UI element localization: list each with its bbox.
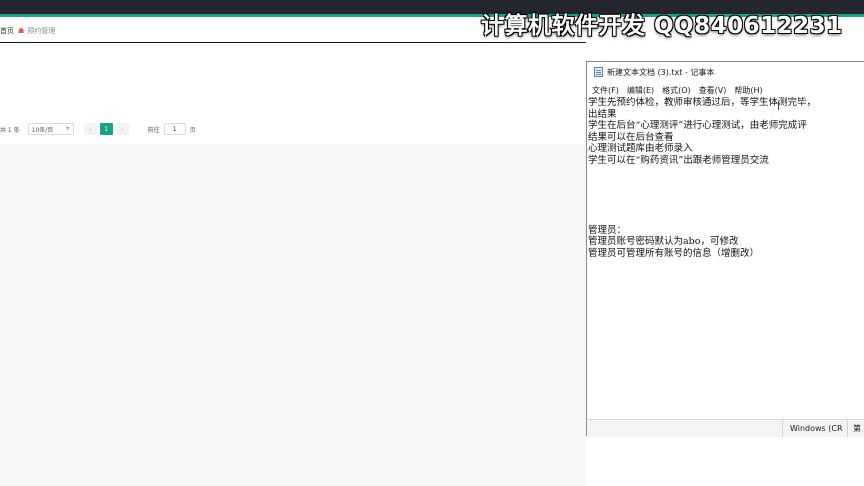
prev-page-button[interactable]: ‹ [83,123,97,135]
next-page-button[interactable]: › [115,123,129,135]
goto-suffix: 页 [189,126,196,134]
chevron-down-icon: ▼ [65,126,70,132]
text-line [588,201,864,213]
text-line [588,190,864,202]
menu-format[interactable]: 格式(O) [662,85,691,96]
watermark-text: 计算机软件开发 QQ840612231 [481,13,843,39]
mouse-cursor [778,101,779,110]
text-line: 管理员： [588,224,627,236]
text-line: 学生在后台“心理测评”进行心理测试，由老师完成评 [588,120,807,132]
page-size-select[interactable]: 10条/页 ▼ [27,123,74,135]
text-line: 学生可以在“购药资讯”出跟老师管理员交流 [588,154,769,166]
text-line: 学生先预约体检，教师审核通过后，等学生体测完毕， [588,97,817,108]
breadcrumb-home[interactable]: 首页 [0,26,14,36]
text-line: 出结果 [588,108,617,120]
text-line: 管理员账号密码默认为abo，可修改 [588,236,739,248]
status-encoding: Windows (CR [782,420,843,437]
menu-edit[interactable]: 编辑(E) [627,85,654,96]
goto-page-input[interactable]: 1 [163,123,186,135]
breadcrumb-current: 预约管理 [27,27,56,35]
breadcrumb: 首页 ☗ 预约管理 [0,24,55,38]
text-line [588,178,864,190]
chevron-right-icon: › [120,125,124,133]
notepad-window: 新建文本文档 (3).txt - 记事本 文件(F) 编辑(E) 格式(O) 查… [586,61,864,437]
current-page-button[interactable]: 1 [99,123,113,135]
notepad-titlebar[interactable]: 新建文本文档 (3).txt - 记事本 [587,62,864,82]
text-line: 心理测试题库由老师录入 [588,143,693,155]
notepad-text-area[interactable]: 学生先预约体检，教师审核通过后，等学生体测完毕， 出结果 学生在后台“心理测评”… [587,97,864,417]
header-divider [0,42,586,43]
notepad-icon [594,67,603,77]
page-size-value: 10条/页 [31,126,54,134]
text-line: 管理员可管理所有账号的信息（增删改） [588,247,760,259]
pagination: 共 1 条 10条/页 ▼ ‹ 1 › 前往 1 页 [0,122,196,136]
menu-view[interactable]: 查看(V) [699,85,727,96]
menu-file[interactable]: 文件(F) [592,85,619,96]
status-position: 第 [847,420,861,437]
chevron-left-icon: ‹ [88,125,92,133]
notepad-menubar: 文件(F) 编辑(E) 格式(O) 查看(V) 帮助(H) [587,83,864,97]
goto-label: 前往 [147,126,160,134]
menu-help[interactable]: 帮助(H) [734,85,762,96]
text-line: 结果可以在后台查看 [588,131,674,143]
notepad-statusbar: Windows (CR 第 [587,419,864,437]
home-icon: ☗ [18,27,25,35]
text-line [588,167,864,179]
content-background [0,144,586,486]
pagination-total: 共 1 条 [0,126,20,134]
text-line [588,213,864,225]
notepad-title: 新建文本文档 (3).txt - 记事本 [607,67,715,77]
